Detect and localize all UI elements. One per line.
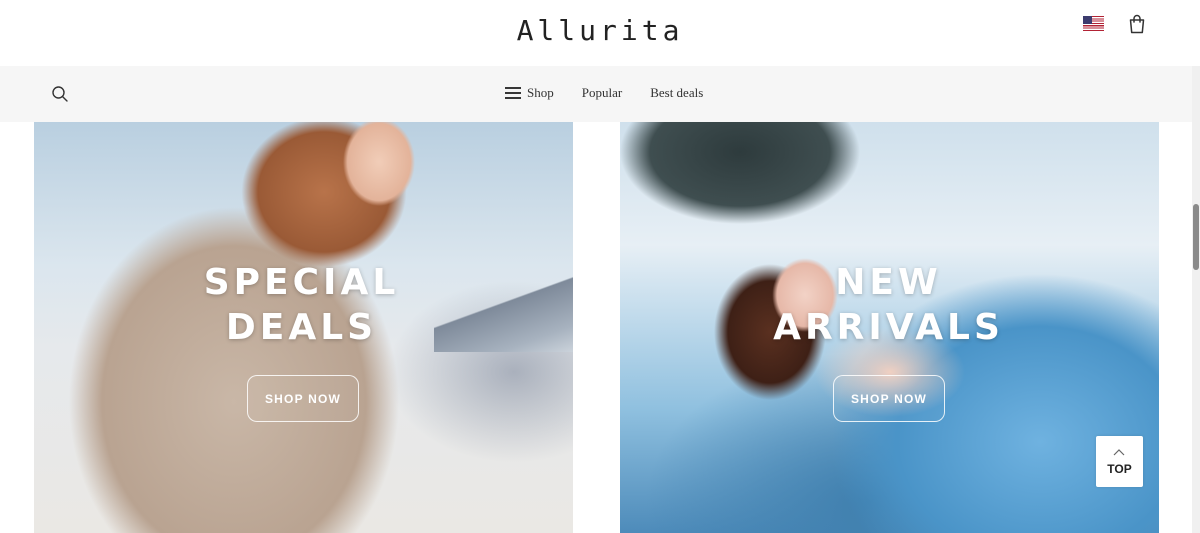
special-deals-banner[interactable]: SPECIAL DEALS SHOP NOW [34,122,573,533]
menu-icon [505,87,521,99]
site-logo[interactable]: Allurita [0,14,1200,47]
banner-title-line: NEW [835,262,942,303]
nav-item-best-deals[interactable]: Best deals [650,85,703,101]
back-to-top-button[interactable]: TOP [1096,436,1143,487]
us-flag-icon[interactable] [1083,16,1104,31]
banner-title: SPECIAL DEALS [34,260,571,350]
nav-item-shop[interactable]: Shop [505,85,554,101]
banner-title-line: ARRIVALS [773,307,1004,348]
site-header: Allurita [0,0,1200,66]
nav-item-label: Shop [527,85,554,100]
main-navigation-bar: Shop Popular Best deals [0,66,1192,122]
chevron-up-icon [1113,449,1125,456]
search-icon[interactable] [51,85,69,103]
model-face-image-detail [319,122,419,222]
page-scrollbar-thumb[interactable] [1193,204,1199,270]
new-arrivals-banner[interactable]: NEW ARRIVALS SHOP NOW [620,122,1159,533]
shop-now-button[interactable]: SHOP NOW [833,375,945,422]
page-scrollbar-track[interactable] [1192,66,1200,533]
banner-title-line: DEALS [225,307,378,348]
nav-item-label: Best deals [650,85,704,100]
banner-title-line: SPECIAL [203,262,400,303]
shop-now-button[interactable]: SHOP NOW [247,375,359,422]
back-to-top-label: TOP [1107,462,1132,476]
shopping-bag-icon[interactable] [1127,13,1147,35]
nav-item-label: Popular [581,85,623,100]
nav-item-popular[interactable]: Popular [582,85,622,101]
nav-menu: Shop Popular Best deals [505,85,703,101]
banner-title: NEW ARRIVALS [620,260,1158,350]
